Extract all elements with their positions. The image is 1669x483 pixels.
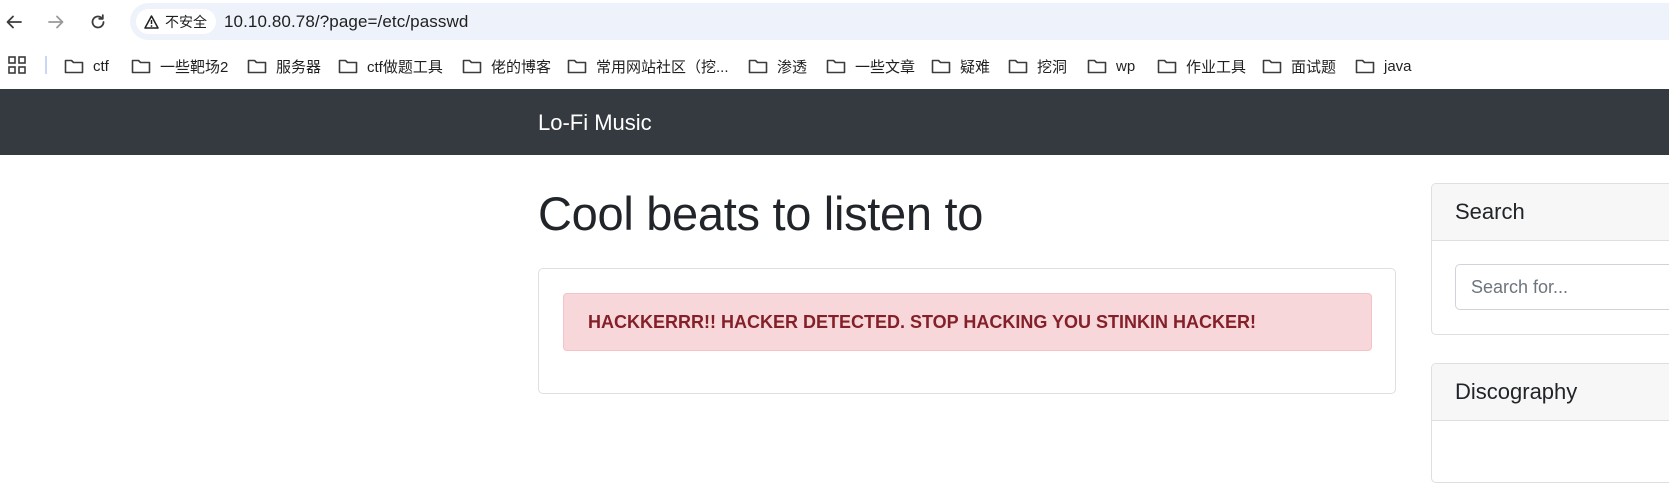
bookmark-label: ctf [93, 57, 109, 75]
folder-icon [1262, 58, 1282, 74]
hacker-alert: HACKKERRR!! HACKER DETECTED. STOP HACKIN… [563, 293, 1372, 351]
bookmark-folder[interactable]: ctf [64, 54, 109, 78]
bookmark-label: 服务器 [276, 58, 322, 76]
folder-icon [826, 58, 846, 74]
bookmarks-divider [45, 56, 47, 74]
bookmark-label: wp [1116, 57, 1136, 75]
forward-button[interactable] [42, 8, 70, 36]
discography-widget-title: Discography [1432, 364, 1669, 421]
bookmark-folder[interactable]: wp [1087, 54, 1135, 78]
bookmark-label: 渗透 [777, 58, 808, 76]
apps-grid-icon[interactable] [8, 56, 27, 80]
page-title: Cool beats to listen to [538, 187, 984, 240]
bookmark-label: ctf做题工具 [367, 58, 443, 76]
bookmark-folder[interactable]: java [1355, 54, 1412, 78]
bookmark-folder[interactable]: 佬的博客 [462, 54, 551, 78]
bookmark-label: 一些文章 [855, 58, 916, 76]
search-widget: Search [1431, 183, 1669, 335]
folder-icon [247, 58, 267, 74]
bookmark-folder[interactable]: 渗透 [748, 54, 807, 78]
bookmark-label: 疑难 [960, 58, 991, 76]
folder-icon [748, 58, 768, 74]
folder-icon [338, 58, 358, 74]
bookmark-label: 面试题 [1291, 58, 1337, 76]
back-button[interactable] [0, 8, 28, 36]
folder-icon [567, 58, 587, 74]
search-widget-title: Search [1432, 184, 1669, 241]
bookmark-label: 佬的博客 [491, 58, 552, 76]
reload-button[interactable] [84, 8, 112, 36]
security-label: 不安全 [165, 13, 207, 30]
bookmark-label: 常用网站社区（挖... [596, 58, 729, 76]
bookmark-label: java [1384, 57, 1412, 75]
content-card: HACKKERRR!! HACKER DETECTED. STOP HACKIN… [538, 268, 1396, 394]
bookmark-folder[interactable]: 一些文章 [826, 54, 915, 78]
search-input[interactable] [1455, 264, 1669, 310]
reload-icon [91, 14, 105, 29]
folder-icon [1087, 58, 1107, 74]
bookmark-folder[interactable]: 挖洞 [1008, 54, 1067, 78]
bookmark-folder[interactable]: 常用网站社区（挖... [567, 54, 729, 78]
bookmarks-bar: ctf 一些靶场2 服务器 ctf做题工具 佬的博客 常用网站社区（挖... 渗透 一些文章 疑… [0, 44, 1669, 89]
folder-icon [462, 58, 482, 74]
bookmark-folder[interactable]: 疑难 [931, 54, 990, 78]
discography-widget: Discography [1431, 363, 1669, 483]
folder-icon [131, 58, 151, 74]
arrow-right-icon [48, 15, 64, 29]
arrow-left-icon [6, 15, 22, 29]
folder-icon [1157, 58, 1177, 74]
bookmark-folder[interactable]: 一些靶场2 [131, 54, 228, 78]
bookmark-folder[interactable]: 服务器 [247, 54, 321, 78]
site-brand[interactable]: Lo-Fi Music [538, 110, 652, 136]
site-navbar: Lo-Fi Music [0, 89, 1669, 155]
bookmark-folder[interactable]: ctf做题工具 [338, 54, 443, 78]
folder-icon [1008, 58, 1028, 74]
bookmark-label: 作业工具 [1186, 58, 1247, 76]
folder-icon [1355, 58, 1375, 74]
bookmark-folder[interactable]: 面试题 [1262, 54, 1336, 78]
bookmark-label: 一些靶场2 [160, 58, 229, 76]
bookmark-label: 挖洞 [1037, 58, 1068, 76]
folder-icon [931, 58, 951, 74]
warning-triangle-icon [144, 14, 159, 29]
url-text[interactable]: 10.10.80.78/?page=/etc/passwd [224, 12, 468, 32]
address-bar[interactable]: 不安全 10.10.80.78/?page=/etc/passwd [130, 3, 1669, 40]
bookmark-folder[interactable]: 作业工具 [1157, 54, 1246, 78]
security-indicator[interactable]: 不安全 [136, 9, 216, 34]
folder-icon [64, 58, 84, 74]
browser-toolbar: 不安全 10.10.80.78/?page=/etc/passwd [0, 0, 1669, 44]
